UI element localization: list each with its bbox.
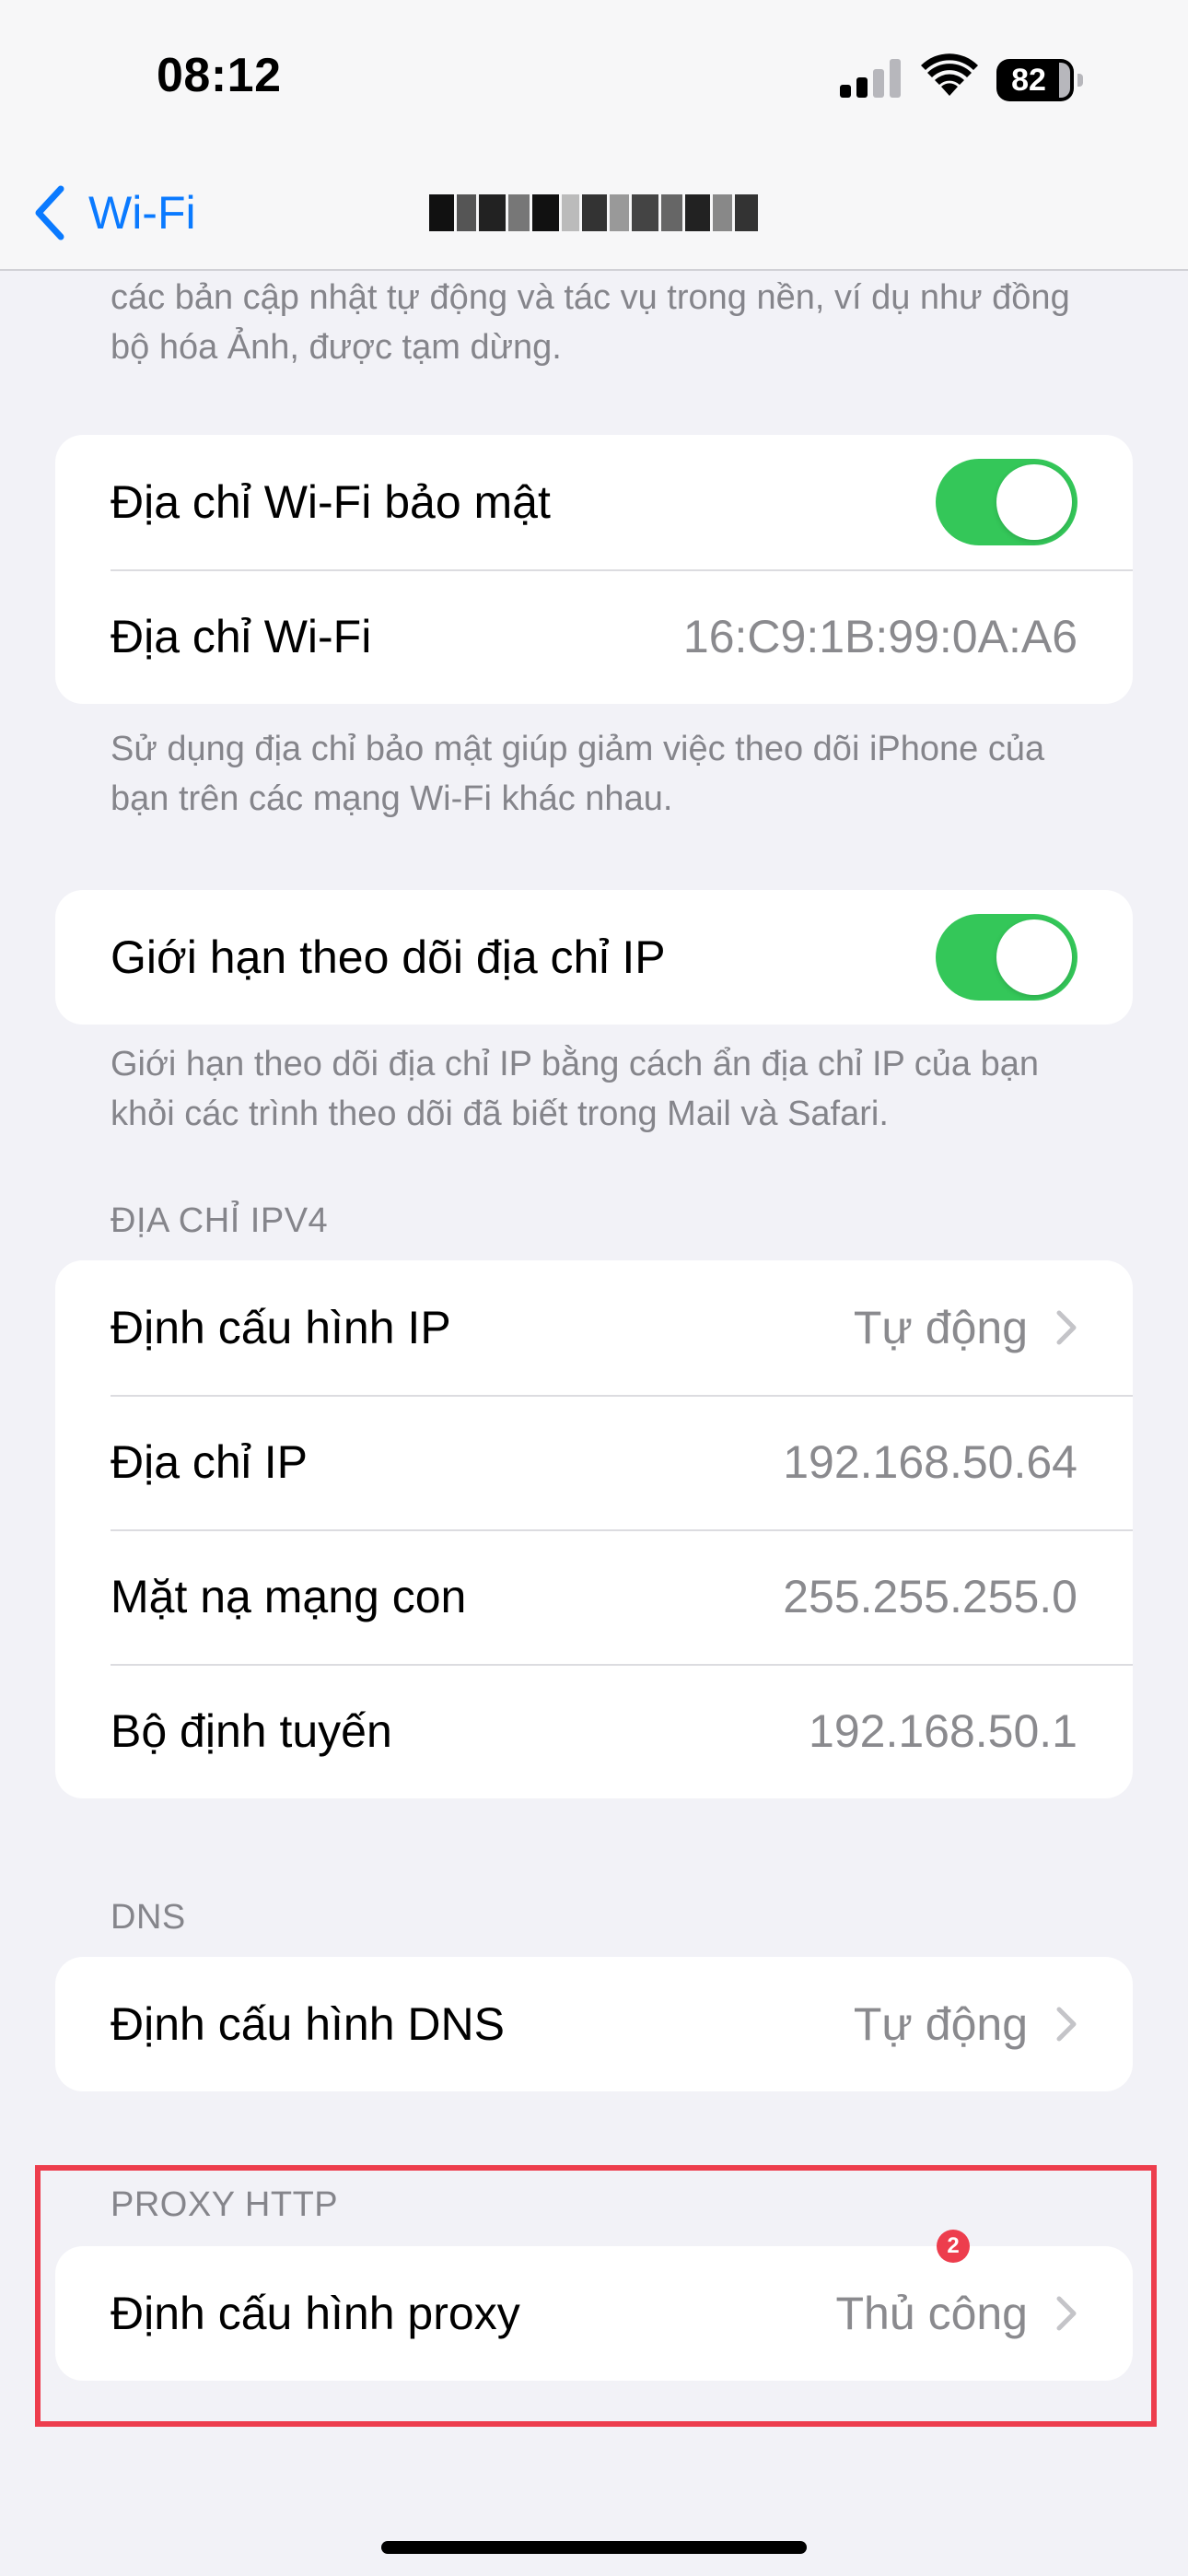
chevron-left-icon [35,185,64,240]
configure-dns-value: Tự động [853,1998,1028,2050]
subnet-mask-value: 255.255.255.0 [783,1571,1077,1622]
limit-ip-group: Giới hạn theo dõi địa chỉ IP [55,890,1133,1025]
back-button[interactable]: Wi-Fi [31,181,196,245]
wifi-address-row: Địa chỉ Wi-Fi 16:C9:1B:99:0A:A6 [55,569,1133,704]
cellular-signal-icon [840,59,904,98]
configure-ip-label: Định cấu hình IP [111,1302,451,1353]
status-time: 08:12 [157,49,282,102]
configure-dns-row[interactable]: Định cấu hình DNS Tự động [55,1957,1133,2091]
limit-ip-toggle[interactable] [936,914,1077,1001]
network-name-pixelated [429,181,761,245]
private-address-row: Địa chỉ Wi-Fi bảo mật [55,435,1133,569]
wifi-address-label: Địa chỉ Wi-Fi [111,611,372,662]
ip-address-value: 192.168.50.64 [783,1436,1077,1488]
status-bar: 08:12 82 [0,0,1188,157]
wifi-address-value: 16:C9:1B:99:0A:A6 [682,611,1077,662]
subnet-mask-label: Mặt nạ mạng con [111,1571,467,1622]
ipv4-section-header: ĐỊA CHỈ IPV4 [111,1201,329,1240]
chevron-right-icon [1056,2007,1077,2042]
chevron-right-icon [1056,1310,1077,1345]
private-address-footer: Sử dụng địa chỉ bảo mật giúp giảm việc t… [111,730,1045,818]
home-indicator[interactable] [381,2541,807,2554]
battery-percent: 82 [1011,63,1046,98]
configure-ip-row[interactable]: Định cấu hình IP Tự động [55,1260,1133,1395]
back-button-label: Wi-Fi [88,187,196,239]
router-row: Bộ định tuyến 192.168.50.1 [55,1664,1133,1798]
step-badge: 2 [937,2230,970,2263]
auto-updates-footer: các bản cập nhật tự động và tác vụ trong… [111,278,1070,367]
configure-ip-value: Tự động [853,1302,1028,1353]
private-address-label: Địa chỉ Wi-Fi bảo mật [111,476,551,528]
navigation-bar: Wi-Fi [0,157,1188,271]
ipv4-group: Định cấu hình IP Tự động Địa chỉ IP 192.… [55,1260,1133,1798]
proxy-highlight-box [35,2165,1157,2427]
subnet-mask-row: Mặt nạ mạng con 255.255.255.0 [55,1529,1133,1664]
private-address-group: Địa chỉ Wi-Fi bảo mật Địa chỉ Wi-Fi 16:C… [55,435,1133,704]
ip-address-row: Địa chỉ IP 192.168.50.64 [55,1395,1133,1529]
limit-ip-label: Giới hạn theo dõi địa chỉ IP [111,931,666,983]
private-address-toggle[interactable] [936,459,1077,545]
wifi-icon [921,53,978,96]
limit-ip-footer: Giới hạn theo dõi địa chỉ IP bằng cách ẩ… [111,1045,1039,1133]
dns-section-header: DNS [111,1898,186,1937]
router-value: 192.168.50.1 [809,1705,1077,1757]
limit-ip-row: Giới hạn theo dõi địa chỉ IP [55,890,1133,1025]
router-label: Bộ định tuyến [111,1705,392,1757]
dns-group: Định cấu hình DNS Tự động [55,1957,1133,2091]
configure-dns-label: Định cấu hình DNS [111,1998,506,2050]
ip-address-label: Địa chỉ IP [111,1436,308,1488]
battery-icon: 82 [996,59,1083,101]
